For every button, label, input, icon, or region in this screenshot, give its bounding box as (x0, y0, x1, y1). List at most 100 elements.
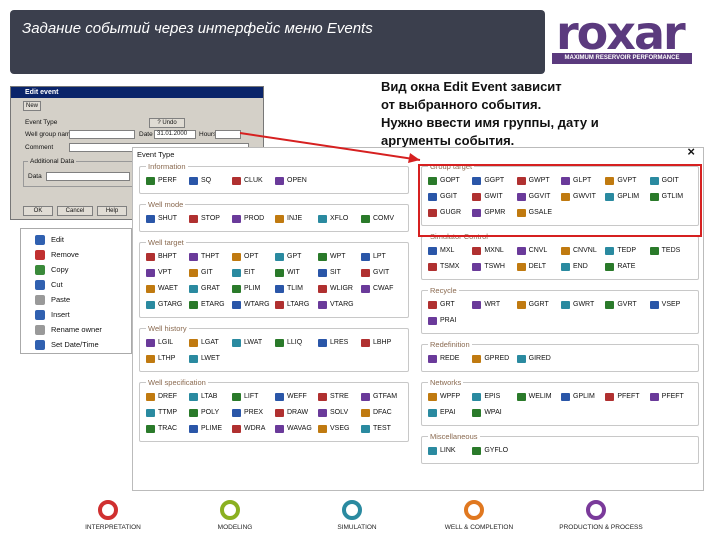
event-button[interactable]: WLIGR (318, 283, 353, 295)
event-button[interactable]: OPT (232, 251, 258, 263)
undo-button[interactable]: ? Undo (149, 118, 185, 128)
event-button[interactable]: WIT (275, 267, 300, 279)
event-button[interactable]: LGIL (146, 337, 173, 349)
event-button[interactable]: WRT (472, 299, 500, 311)
event-button[interactable]: LIFT (232, 391, 258, 403)
event-button[interactable]: VSEP (649, 299, 680, 311)
event-button[interactable]: STRE (318, 391, 349, 403)
event-button[interactable]: EPAI (428, 407, 455, 419)
event-button[interactable]: WPAI (472, 407, 502, 419)
event-button[interactable]: LINK (428, 445, 456, 457)
event-button[interactable]: LWAT (232, 337, 262, 349)
event-button[interactable]: PLIME (189, 423, 222, 435)
event-button[interactable]: WDRA (232, 423, 265, 435)
event-button[interactable]: TSMX (428, 261, 459, 273)
event-button[interactable]: LPT (361, 251, 386, 263)
event-button[interactable]: VTARG (318, 299, 354, 311)
event-button[interactable]: GVRT (605, 299, 637, 311)
event-button[interactable]: DFAC (361, 407, 392, 419)
event-button[interactable]: SHUT (146, 213, 177, 225)
event-button[interactable]: CLUK (232, 175, 263, 187)
event-button[interactable]: INJE (275, 213, 302, 225)
event-button[interactable]: GVIT (361, 267, 389, 279)
date-field[interactable]: 31.01.2000 (154, 130, 196, 139)
event-button[interactable]: REDE (428, 353, 459, 365)
event-button[interactable]: XFLO (318, 213, 348, 225)
event-button[interactable]: LBHP (361, 337, 391, 349)
event-button[interactable]: EPIS (472, 391, 500, 403)
event-button[interactable]: EIT (232, 267, 255, 279)
event-button[interactable]: GPLIM (561, 391, 595, 403)
group-name-field[interactable] (69, 130, 135, 139)
event-button[interactable]: OPEN (275, 175, 307, 187)
event-button[interactable]: SIT (318, 267, 341, 279)
event-button[interactable]: RATE (605, 261, 635, 273)
event-button[interactable]: TEST (361, 423, 391, 435)
event-button[interactable]: GGRT (516, 299, 549, 311)
event-button[interactable]: WELIM (516, 391, 552, 403)
event-button[interactable]: GRT (428, 299, 455, 311)
event-button[interactable]: MXL (428, 245, 454, 257)
event-button[interactable]: LWET (189, 353, 220, 365)
event-button[interactable]: MXNL (472, 245, 504, 257)
event-button[interactable]: LTAB (189, 391, 217, 403)
close-icon[interactable]: × (687, 144, 695, 159)
event-button[interactable]: LTARG (275, 299, 309, 311)
event-button[interactable]: TRAC (146, 423, 177, 435)
event-button[interactable]: GPRED (472, 353, 509, 365)
event-button[interactable]: WTARG (232, 299, 270, 311)
event-button[interactable]: END (561, 261, 588, 273)
event-button[interactable]: PROD (232, 213, 264, 225)
event-button[interactable]: TLIM (275, 283, 303, 295)
event-button[interactable]: PLIM (232, 283, 260, 295)
event-button[interactable]: CWAF (361, 283, 393, 295)
event-button[interactable]: TSWH (472, 261, 505, 273)
event-button[interactable]: TEDP (605, 245, 636, 257)
event-button[interactable]: GPT (275, 251, 301, 263)
event-button[interactable]: WEFF (275, 391, 307, 403)
event-button[interactable]: WPT (318, 251, 346, 263)
event-button[interactable]: TTMP (146, 407, 177, 419)
help-button[interactable]: Help (97, 206, 127, 216)
event-button[interactable]: DREF (146, 391, 177, 403)
event-button[interactable]: PRAI (428, 315, 456, 327)
event-button[interactable]: SQ (189, 175, 211, 187)
event-button[interactable]: GIT (189, 267, 213, 279)
event-button[interactable]: POLY (189, 407, 219, 419)
event-button[interactable]: VPT (146, 267, 172, 279)
event-button[interactable]: COMV (361, 213, 394, 225)
event-button[interactable]: WAVAG (275, 423, 312, 435)
event-button[interactable]: CNVNL (561, 245, 597, 257)
event-button[interactable]: BHPT (146, 251, 177, 263)
event-button[interactable]: DRAW (275, 407, 308, 419)
event-button[interactable]: ETARG (189, 299, 225, 311)
event-button[interactable]: GTARG (146, 299, 182, 311)
data-field[interactable] (46, 172, 130, 181)
event-button[interactable]: STOP (189, 213, 220, 225)
event-button[interactable]: THPT (189, 251, 219, 263)
event-button[interactable]: GWRT (561, 299, 594, 311)
event-button[interactable]: SOLV (318, 407, 348, 419)
event-button[interactable]: LRES (318, 337, 348, 349)
event-button[interactable]: VSEG (318, 423, 349, 435)
cancel-button[interactable]: Cancel (57, 206, 93, 216)
event-button[interactable]: PFEFT (649, 391, 684, 403)
event-button[interactable]: LLIQ (275, 337, 302, 349)
event-button[interactable]: WPFP (428, 391, 460, 403)
event-button[interactable]: PERF (146, 175, 177, 187)
event-button[interactable]: WAET (146, 283, 178, 295)
event-button[interactable]: GRAT (189, 283, 220, 295)
event-button[interactable]: LGAT (189, 337, 219, 349)
event-button[interactable]: PFEFT (605, 391, 640, 403)
ok-button[interactable]: OK (23, 206, 53, 216)
tab-new[interactable]: New (23, 101, 41, 111)
event-button[interactable]: GYFLO (472, 445, 508, 457)
event-button[interactable]: TEDS (649, 245, 680, 257)
hours-field[interactable] (215, 130, 241, 139)
event-button[interactable]: DELT (516, 261, 546, 273)
event-button[interactable]: GIRED (516, 353, 551, 365)
event-button[interactable]: PREX (232, 407, 263, 419)
event-button[interactable]: CNVL (516, 245, 547, 257)
event-button[interactable]: LTHP (146, 353, 175, 365)
event-button[interactable]: GTFAM (361, 391, 397, 403)
